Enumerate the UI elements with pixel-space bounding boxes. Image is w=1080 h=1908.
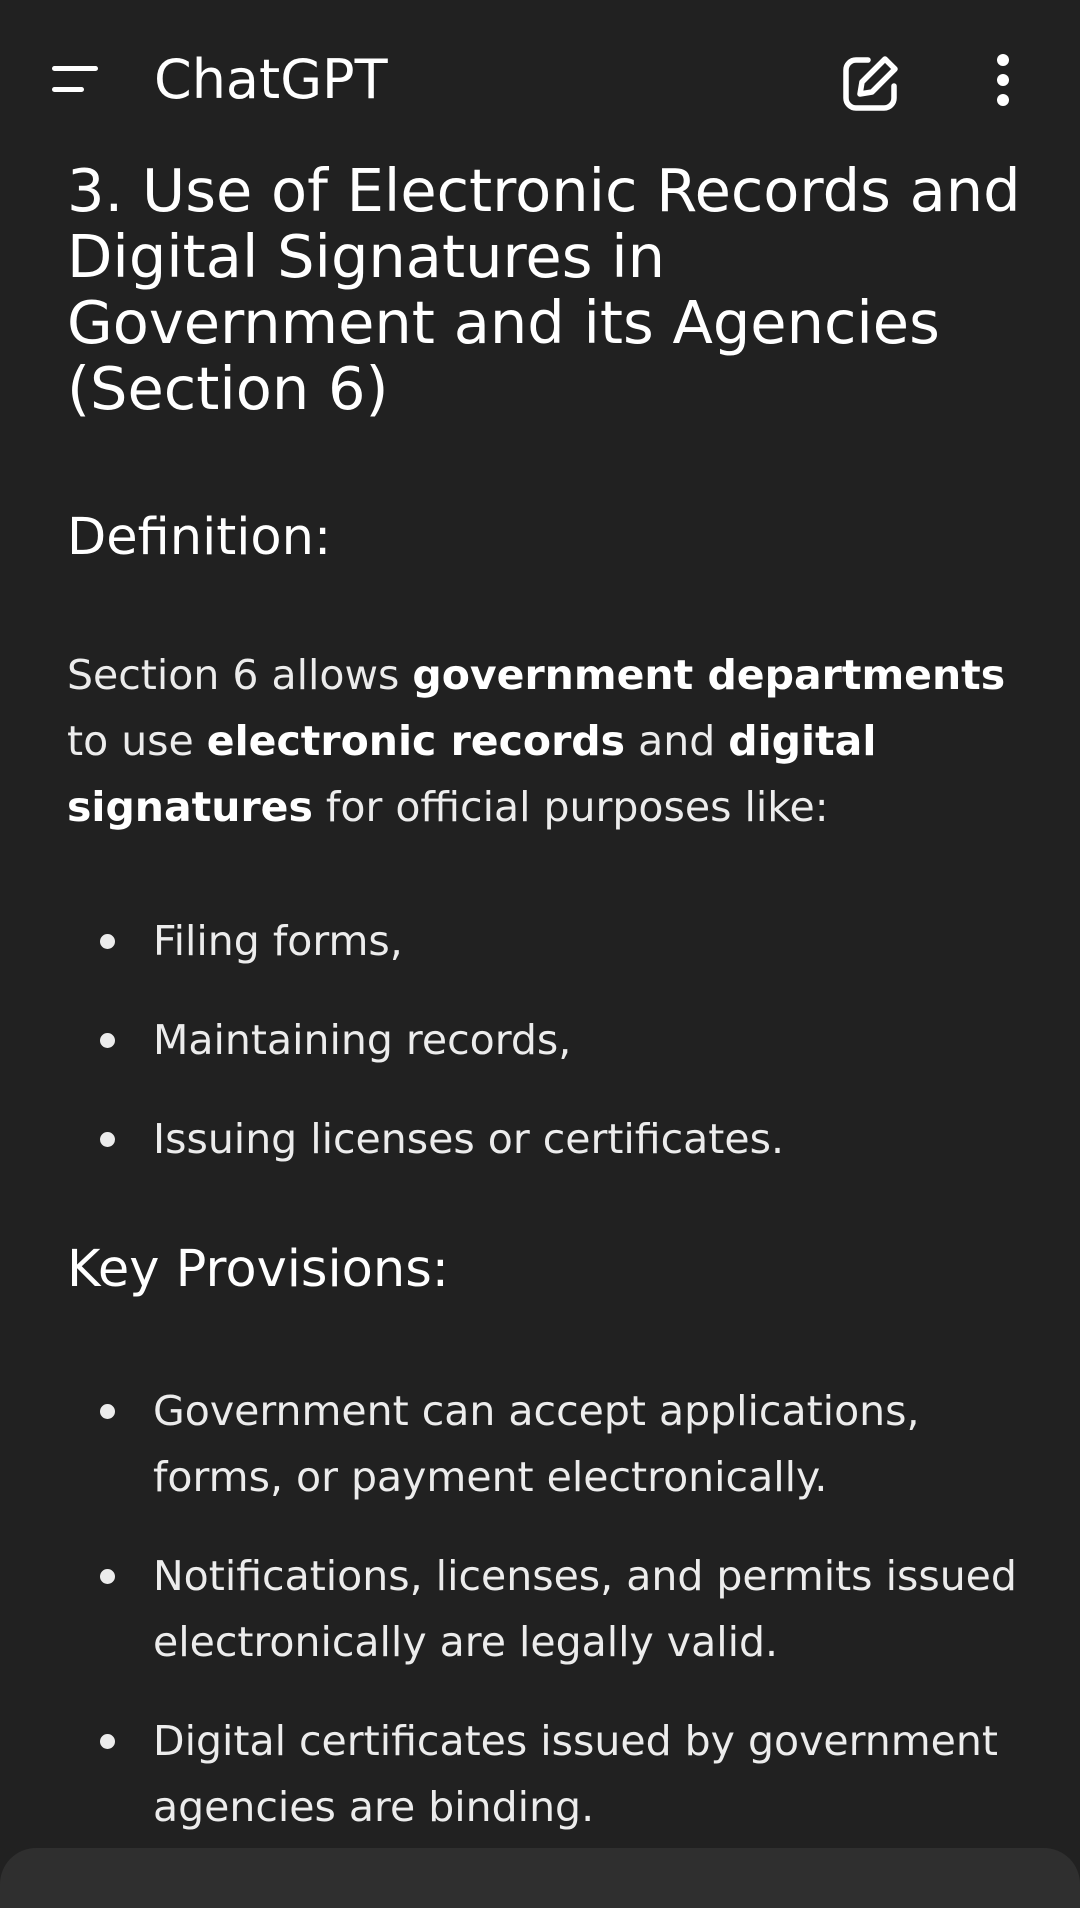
key-provisions-heading: Key Provisions: <box>67 1240 449 1299</box>
bullet-icon <box>100 1404 115 1419</box>
bullet-icon <box>100 1132 115 1147</box>
bullet-icon <box>100 1569 115 1584</box>
provisions-list: Government can accept applications, form… <box>67 1378 1037 1873</box>
top-app-bar: ChatGPT <box>0 0 1080 160</box>
app-title: ChatGPT <box>154 48 388 111</box>
list-item: Maintaining records, <box>67 1007 1037 1073</box>
list-item: Notifications, licenses, and permits iss… <box>67 1543 1037 1675</box>
composer-sheet-edge[interactable] <box>0 1848 1080 1908</box>
bullet-icon <box>100 1734 115 1749</box>
bullet-icon <box>100 934 115 949</box>
definition-paragraph: Section 6 allows government departments … <box>67 651 1006 831</box>
list-item: Government can accept applications, form… <box>67 1378 1037 1510</box>
menu-icon <box>52 66 98 92</box>
more-options-button[interactable] <box>978 48 1028 118</box>
section-heading: 3. Use of Electronic Records and Digital… <box>67 156 1021 423</box>
new-chat-edit-icon <box>843 56 898 111</box>
new-chat-button[interactable] <box>838 50 904 116</box>
menu-button[interactable] <box>42 54 108 108</box>
more-vertical-icon <box>997 54 1009 106</box>
bold-electronic-records: electronic records <box>206 717 626 765</box>
definition-heading: Definition: <box>67 508 332 567</box>
list-item: Filing forms, <box>67 908 1037 974</box>
list-item: Issuing licenses or certificates. <box>67 1106 1037 1172</box>
bold-government-departments: government departments <box>412 651 1006 699</box>
list-item: Digital certificates issued by governmen… <box>67 1708 1037 1840</box>
chat-message-content: 3. Use of Electronic Records and Digital… <box>67 156 1037 1832</box>
purposes-list: Filing forms, Maintaining records, Issui… <box>67 908 1037 1205</box>
bullet-icon <box>100 1033 115 1048</box>
